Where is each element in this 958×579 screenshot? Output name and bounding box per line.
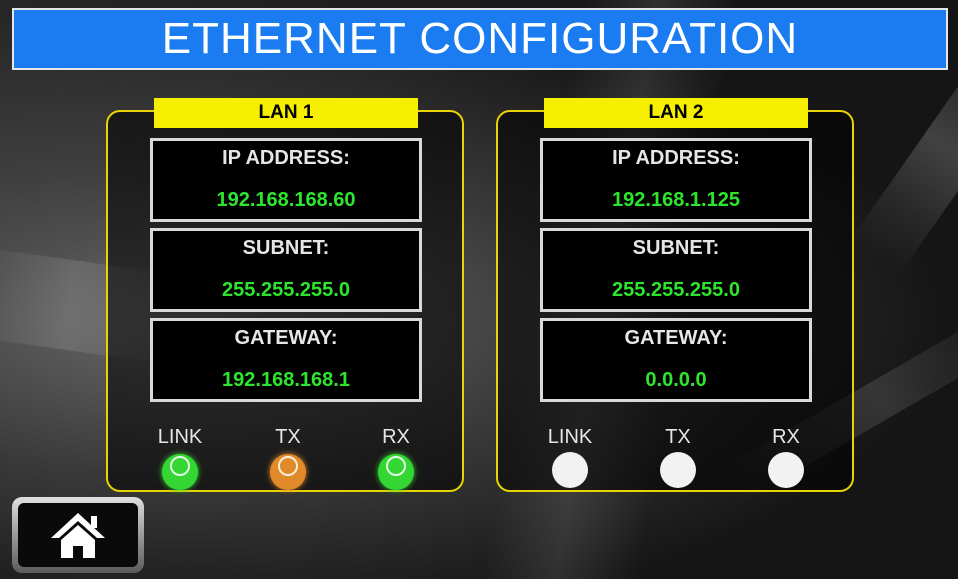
- lan1-panel: LAN 1 IP ADDRESS: 192.168.168.60 SUBNET:…: [106, 98, 464, 492]
- home-button-face: [18, 503, 138, 567]
- lan2-ip-address-field[interactable]: IP ADDRESS: 192.168.1.125: [540, 138, 812, 222]
- lan1-link-led-icon: [162, 454, 198, 490]
- lan2-link-label: LINK: [547, 426, 593, 448]
- lan1-ip-address-field[interactable]: IP ADDRESS: 192.168.168.60: [150, 138, 422, 222]
- lan1-ip-address-label: IP ADDRESS:: [222, 147, 350, 169]
- lan1-subnet-label: SUBNET:: [242, 237, 330, 259]
- page-title: ETHERNET CONFIGURATION: [12, 8, 948, 70]
- lan1-link-indicator: LINK: [150, 426, 210, 490]
- screen-background: ETHERNET CONFIGURATION LAN 1 IP ADDRESS:…: [0, 0, 958, 579]
- lan2-subnet-value: 255.255.255.0: [612, 279, 740, 301]
- lan2-subnet-label: SUBNET:: [632, 237, 720, 259]
- home-icon: [51, 513, 105, 558]
- lan1-label: LAN 1: [154, 98, 418, 128]
- lan2-tx-led-icon: [660, 452, 696, 488]
- lan1-tx-indicator: TX: [258, 426, 318, 490]
- lan1-gateway-field[interactable]: GATEWAY: 192.168.168.1: [150, 318, 422, 402]
- lan2-gateway-label: GATEWAY:: [624, 327, 728, 349]
- lan1-gateway-label: GATEWAY:: [234, 327, 338, 349]
- lan1-subnet-value: 255.255.255.0: [222, 279, 350, 301]
- lan1-subnet-field[interactable]: SUBNET: 255.255.255.0: [150, 228, 422, 312]
- lan2-gateway-field[interactable]: GATEWAY: 0.0.0.0: [540, 318, 812, 402]
- lan2-ip-address-value: 192.168.1.125: [612, 189, 740, 211]
- lan1-tx-led-icon: [270, 454, 306, 490]
- home-button[interactable]: [12, 497, 144, 573]
- lan2-tx-indicator: TX: [648, 426, 708, 488]
- lan2-ip-address-label: IP ADDRESS:: [612, 147, 740, 169]
- lan1-rx-label: RX: [382, 426, 410, 448]
- lan2-rx-label: RX: [772, 426, 800, 448]
- lan2-link-led-icon: [552, 452, 588, 488]
- lan2-link-indicator: LINK: [540, 426, 600, 488]
- lan1-gateway-value: 192.168.168.1: [222, 369, 350, 391]
- lan2-label: LAN 2: [544, 98, 808, 128]
- lan2-subnet-field[interactable]: SUBNET: 255.255.255.0: [540, 228, 812, 312]
- lan2-rx-led-icon: [768, 452, 804, 488]
- lan1-rx-indicator: RX: [366, 426, 426, 490]
- lan1-rx-led-icon: [378, 454, 414, 490]
- lan2-rx-indicator: RX: [756, 426, 816, 488]
- lan2-panel: LAN 2 IP ADDRESS: 192.168.1.125 SUBNET: …: [496, 98, 854, 492]
- lan2-tx-label: TX: [665, 426, 691, 448]
- lan2-gateway-value: 0.0.0.0: [645, 369, 707, 391]
- lan1-tx-label: TX: [275, 426, 301, 448]
- lan1-link-label: LINK: [157, 426, 203, 448]
- lan1-ip-address-value: 192.168.168.60: [216, 189, 356, 211]
